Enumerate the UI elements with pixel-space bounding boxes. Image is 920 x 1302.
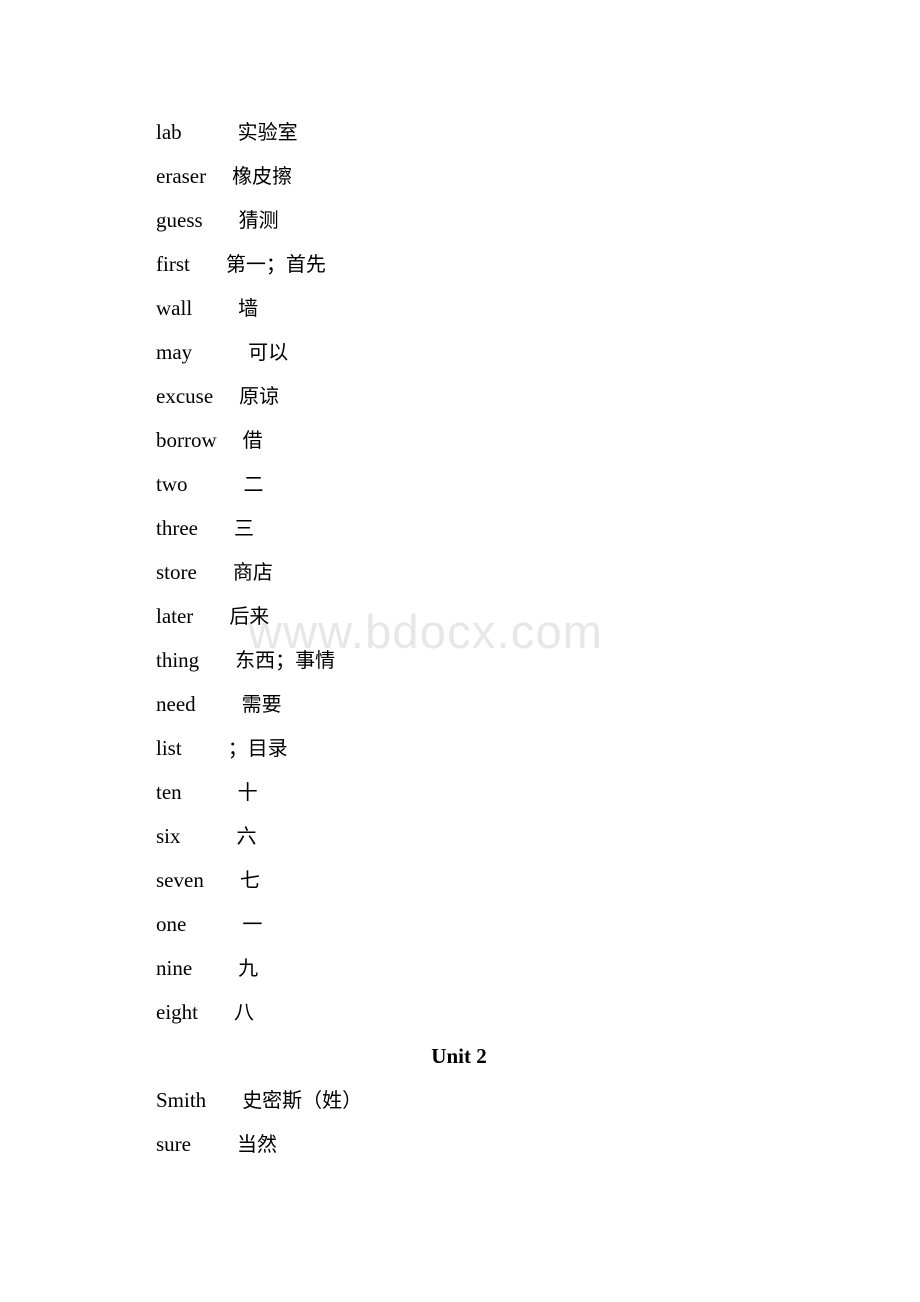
entry-term: wall (156, 296, 193, 320)
entry-gloss: 猜测 (238, 208, 279, 232)
entry-gloss: 七 (239, 868, 260, 892)
entry-term: lab (156, 120, 182, 144)
entry-gloss: 二 (243, 472, 264, 496)
document-content: lab 实验室 eraser 橡皮擦 guess 猜测 first 第一；首先 wall 墙 may… (0, 0, 920, 1166)
entry-gloss: 后来 (229, 604, 270, 628)
entry-term: ten (156, 780, 182, 804)
vocabulary-entry: store 商店 (0, 550, 920, 594)
entry-gloss: 九 (238, 956, 259, 980)
entry-gloss: 原谅 (239, 384, 280, 408)
vocabulary-entry: two 二 (0, 462, 920, 506)
unit-heading: Unit 2 (431, 1044, 487, 1068)
entry-gloss: 史密斯（姓） (242, 1088, 363, 1112)
entry-gloss: 十 (237, 780, 258, 804)
entry-gloss: 八 (234, 1000, 254, 1024)
vocabulary-list-unit-1: lab 实验室 eraser 橡皮擦 guess 猜测 first 第一；首先 wall 墙 may… (0, 110, 920, 1034)
entry-term: eight (156, 1000, 198, 1024)
entry-term: three (156, 516, 198, 540)
vocabulary-entry: three 三 (0, 506, 920, 550)
entry-term: later (156, 604, 194, 628)
entry-gloss: 当然 (237, 1132, 277, 1156)
vocabulary-entry: seven 七 (0, 858, 920, 902)
vocabulary-entry: list ；目录 (0, 726, 920, 770)
entry-gloss: 实验室 (237, 120, 298, 144)
vocabulary-entry: sure 当然 (0, 1122, 920, 1166)
entry-gloss: 需要 (241, 692, 282, 716)
vocabulary-entry: need 需要 (0, 682, 920, 726)
entry-term: store (156, 560, 197, 584)
vocabulary-entry: first 第一；首先 (0, 242, 920, 286)
vocabulary-entry: eraser 橡皮擦 (0, 154, 920, 198)
entry-term: excuse (156, 384, 214, 408)
entry-term: first (156, 252, 190, 276)
entry-gloss: 东西；事情 (235, 648, 336, 672)
entry-gloss: ；目录 (227, 736, 288, 760)
vocabulary-entry: thing 东西；事情 (0, 638, 920, 682)
vocabulary-entry: ten 十 (0, 770, 920, 814)
entry-gloss: 橡皮擦 (232, 164, 293, 188)
entry-gloss: 借 (242, 428, 263, 452)
vocabulary-entry: later 后来 (0, 594, 920, 638)
vocabulary-entry: excuse 原谅 (0, 374, 920, 418)
entry-gloss: 第一；首先 (225, 252, 326, 276)
entry-term: two (156, 472, 188, 496)
entry-gloss: 一 (242, 912, 263, 936)
entry-term: may (156, 340, 193, 364)
vocabulary-entry: guess 猜测 (0, 198, 920, 242)
entry-term: need (156, 692, 196, 716)
entry-gloss: 六 (236, 824, 257, 848)
entry-term: Smith (156, 1088, 207, 1112)
vocabulary-entry: one 一 (0, 902, 920, 946)
entry-gloss: 可以 (248, 340, 289, 364)
vocabulary-entry: Smith 史密斯（姓） (0, 1078, 920, 1122)
entry-term: thing (156, 648, 200, 672)
entry-term: nine (156, 956, 193, 980)
entry-term: list (156, 736, 182, 760)
entry-term: sure (156, 1132, 191, 1156)
vocabulary-entry: may 可以 (0, 330, 920, 374)
top-margin-spacer (0, 0, 920, 110)
entry-gloss: 墙 (238, 296, 259, 320)
entry-term: borrow (156, 428, 217, 452)
vocabulary-entry: eight 八 (0, 990, 920, 1034)
vocabulary-entry: nine 九 (0, 946, 920, 990)
entry-term: seven (156, 868, 204, 892)
vocabulary-entry: wall 墙 (0, 286, 920, 330)
entry-gloss: 商店 (232, 560, 273, 584)
entry-term: guess (156, 208, 203, 232)
entry-term: six (156, 824, 181, 848)
vocabulary-entry: six 六 (0, 814, 920, 858)
entry-gloss: 三 (233, 516, 254, 540)
vocabulary-entry: borrow 借 (0, 418, 920, 462)
entry-term: eraser (156, 164, 207, 188)
vocabulary-entry: lab 实验室 (0, 110, 920, 154)
vocabulary-list-unit-2: Smith 史密斯（姓） sure 当然 (0, 1078, 920, 1166)
document-page: www.bdocx.com lab 实验室 eraser 橡皮擦 guess 猜测 firs… (0, 0, 920, 1302)
entry-term: one (156, 912, 187, 936)
